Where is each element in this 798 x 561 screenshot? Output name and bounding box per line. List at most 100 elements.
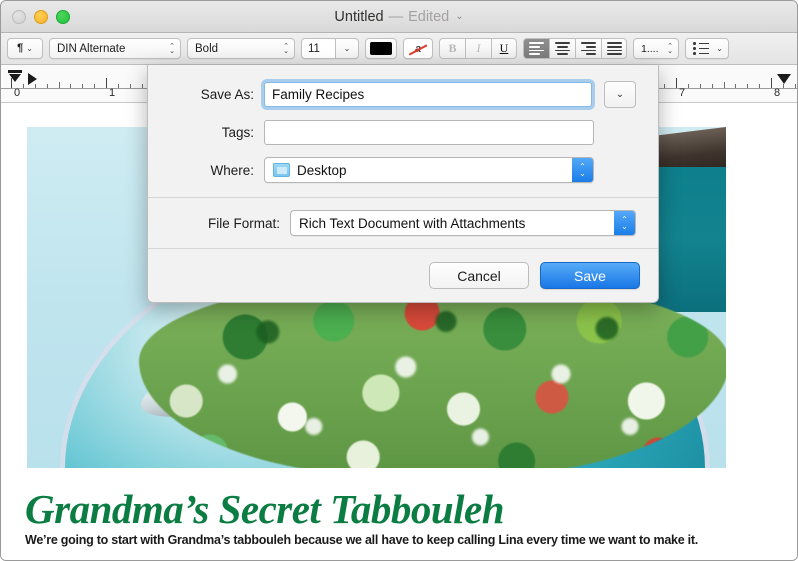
tags-input[interactable] [264, 120, 594, 145]
file-format-popup[interactable]: Rich Text Document with Attachments ⌃ ⌄ [290, 210, 636, 236]
updown-icon: ⌃ ⌄ [667, 42, 673, 55]
align-justify-button[interactable] [601, 38, 627, 59]
align-right-button[interactable] [575, 38, 601, 59]
ruler-tick-minor [747, 84, 749, 88]
list-style-popup[interactable]: ⌄ [685, 38, 729, 59]
edited-status: Edited [408, 8, 450, 25]
ruler-number: 8 [774, 87, 781, 99]
indent-triangle [9, 74, 21, 82]
photo-salad-highlights [147, 297, 722, 468]
ruler-tick-major [106, 78, 107, 88]
align-center-button[interactable] [549, 38, 575, 59]
ruler-tick-minor [759, 84, 761, 88]
ruler-tick-major [676, 78, 677, 88]
save-dialog: Save As: Family Recipes ⌄ Tags: Where: D… [147, 65, 659, 303]
save-as-row: Save As: Family Recipes ⌄ [170, 81, 636, 108]
format-toolbar: ¶ ⌄ DIN Alternate ⌃⌄ Bold ⌃⌄ 11 ⌄ a [1, 33, 797, 65]
window-titlebar: Untitled — Edited ⌄ [1, 1, 797, 33]
bold-label: B [448, 41, 457, 55]
ruler-tick-minor [82, 84, 84, 88]
ruler-number: 0 [14, 87, 21, 99]
ruler-tick-minor [687, 84, 689, 88]
where-label: Where: [210, 162, 254, 178]
italic-label: I [476, 41, 481, 55]
align-left-button[interactable] [523, 38, 549, 59]
paragraph-icon: ¶ [17, 42, 24, 54]
underline-button[interactable]: U [491, 38, 517, 59]
align-right-icon [581, 42, 596, 55]
font-size-dropdown[interactable]: ⌄ [335, 38, 359, 59]
remove-color-button[interactable]: a [403, 38, 433, 59]
save-dialog-fields: Save As: Family Recipes ⌄ Tags: Where: D… [148, 65, 658, 197]
ruler-tick-minor [117, 84, 119, 88]
ruler-tick-minor [94, 84, 96, 88]
font-style-value: Bold [195, 42, 219, 55]
document-heading: Grandma’s Secret Tabbouleh [25, 486, 505, 532]
font-size-value: 11 [308, 42, 320, 55]
color-swatch [370, 42, 392, 55]
updown-icon: ⌃ ⌄ [283, 42, 289, 55]
chevron-down-icon: ⌄ [716, 43, 723, 53]
document-body-text: We’re going to start with Grandma’s tabb… [25, 533, 699, 547]
save-button[interactable]: Save [540, 262, 640, 289]
file-format-section: File Format: Rich Text Document with Att… [148, 197, 658, 249]
ruler-tick-minor [664, 84, 666, 88]
font-size-input[interactable]: 11 [301, 38, 335, 59]
file-format-stepper[interactable]: ⌃ ⌄ [614, 211, 635, 235]
ruler-tick-minor [58, 82, 60, 88]
line-spacing-popup[interactable]: 1.... ⌃ ⌄ [633, 38, 679, 59]
expand-dialog-button[interactable]: ⌄ [604, 81, 636, 108]
file-format-row: File Format: Rich Text Document with Att… [170, 210, 636, 236]
ruler-number: 1 [109, 87, 116, 99]
window-title: Untitled [334, 8, 384, 25]
where-popup[interactable]: Desktop ⌃ ⌄ [264, 157, 594, 183]
font-style-popup[interactable]: Bold ⌃ ⌄ [187, 38, 295, 59]
updown-icon: ⌃ ⌄ [169, 42, 175, 55]
tags-label: Tags: [221, 125, 254, 140]
where-stepper[interactable]: ⌃ ⌄ [572, 158, 593, 182]
tags-row: Tags: [170, 120, 636, 145]
underline-label: U [499, 41, 509, 55]
align-center-icon [555, 42, 570, 55]
save-as-input[interactable]: Family Recipes [264, 82, 592, 107]
chevron-down-icon[interactable]: ⌄ [455, 11, 463, 22]
ruler-tick-minor [735, 84, 737, 88]
ruler-tick-minor [699, 84, 701, 88]
ruler-tick-minor [70, 84, 72, 88]
indent-bar [8, 70, 22, 73]
ruler-tick-minor [711, 84, 713, 88]
ruler-tick-minor [46, 84, 48, 88]
chevron-down-icon: ⌄ [343, 43, 351, 53]
ruler-tick-minor [794, 84, 796, 88]
italic-button[interactable]: I [465, 38, 491, 59]
textedit-window: Untitled — Edited ⌄ ¶ ⌄ DIN Alternate ⌃ ⌄… [0, 0, 798, 561]
right-indent-marker[interactable] [777, 74, 791, 84]
window-title-group: Untitled — Edited ⌄ [1, 1, 797, 32]
title-separator: — [388, 8, 404, 25]
ruler-tick-minor [782, 84, 784, 88]
cancel-button[interactable]: Cancel [429, 262, 529, 289]
stepper-down-icon: ⌄ [621, 222, 628, 231]
stepper-down-icon: ⌄ [579, 169, 586, 178]
align-left-icon [529, 42, 544, 55]
where-value: Desktop [297, 162, 347, 178]
save-as-value: Family Recipes [272, 87, 365, 102]
ruler-tick-minor [129, 84, 131, 88]
save-dialog-actions: Cancel Save [148, 249, 658, 302]
text-style-segmented: B I U [439, 38, 517, 59]
bold-button[interactable]: B [439, 38, 465, 59]
first-line-indent-marker[interactable] [8, 70, 22, 87]
font-family-popup[interactable]: DIN Alternate ⌃ ⌄ [49, 38, 181, 59]
folder-icon [273, 163, 290, 177]
chevron-down-icon: ⌄ [26, 43, 33, 53]
ruler-tick-minor [141, 84, 143, 88]
file-format-value: Rich Text Document with Attachments [299, 215, 526, 231]
ruler-tick-major [771, 78, 772, 88]
paragraph-style-button[interactable]: ¶ ⌄ [7, 38, 43, 59]
font-family-value: DIN Alternate [57, 42, 126, 55]
ruler-number: 7 [679, 87, 686, 99]
text-color-button[interactable] [365, 38, 397, 59]
tab-stop-marker[interactable] [28, 73, 37, 85]
save-as-label: Save As: [200, 87, 254, 102]
align-justify-icon [606, 42, 622, 55]
